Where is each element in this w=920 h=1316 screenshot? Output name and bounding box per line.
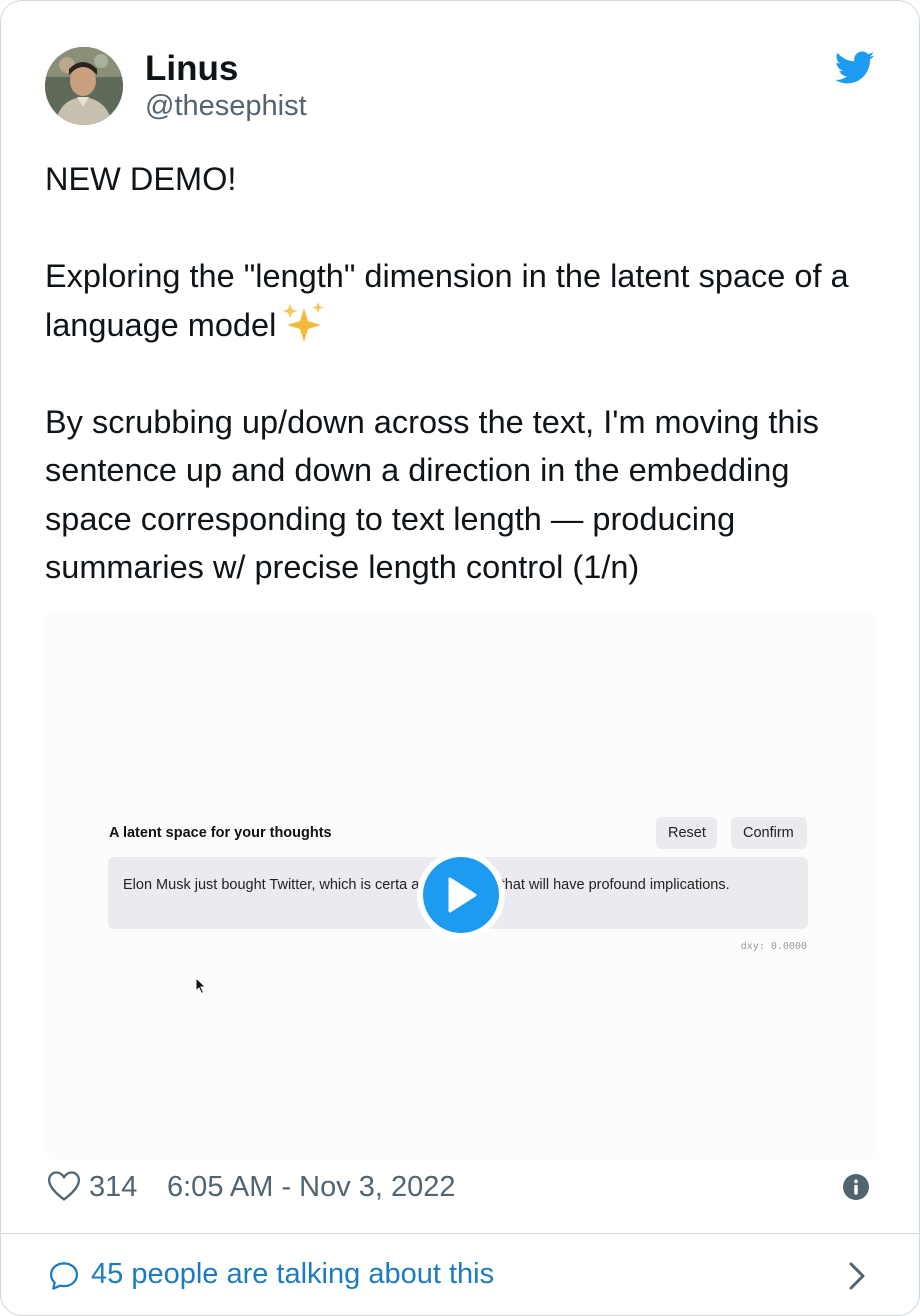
display-name[interactable]: Linus <box>145 49 238 89</box>
like-count[interactable]: 314 <box>89 1169 137 1205</box>
dxy-readout: dxy: 0.0000 <box>740 941 807 952</box>
tweet-card: Linus @thesephist NEW DEMO! Exploring th… <box>0 0 920 1316</box>
twitter-bird-icon[interactable] <box>835 51 875 85</box>
tweet-paragraph-text: Exploring the "length" dimension in the … <box>45 258 858 343</box>
chevron-right-icon <box>849 1262 865 1290</box>
tweet-paragraph: NEW DEMO! <box>45 161 237 197</box>
confirm-button[interactable]: Confirm <box>731 817 807 849</box>
tweet-paragraph: Exploring the "length" dimension in the … <box>45 252 885 349</box>
talking-count-link[interactable]: 45 people are talking about this <box>91 1256 494 1292</box>
sparkles-icon <box>283 301 324 342</box>
info-icon[interactable] <box>843 1174 869 1200</box>
avatar[interactable] <box>45 47 123 125</box>
tweet-text: NEW DEMO! Exploring the "length" dimensi… <box>45 155 885 592</box>
app-title: A latent space for your thoughts <box>109 825 332 841</box>
tweet-paragraph: By scrubbing up/down across the text, I'… <box>45 403 828 586</box>
tweet-meta: 314 6:05 AM - Nov 3, 2022 <box>45 1165 877 1209</box>
heart-icon[interactable] <box>47 1170 81 1202</box>
speech-bubble-icon <box>49 1262 79 1290</box>
conversation-link[interactable]: 45 people are talking about this <box>1 1234 919 1315</box>
handle[interactable]: @thesephist <box>145 89 307 123</box>
play-button-circle <box>423 857 499 933</box>
play-button[interactable] <box>417 851 505 939</box>
tweet-paragraph-spacer <box>45 349 885 398</box>
video-media[interactable]: A latent space for your thoughts Reset C… <box>45 611 877 1161</box>
play-icon <box>448 877 477 913</box>
timestamp[interactable]: 6:05 AM - Nov 3, 2022 <box>167 1169 456 1205</box>
mouse-cursor-icon <box>195 977 207 995</box>
reset-button[interactable]: Reset <box>656 817 717 849</box>
tweet-paragraph-spacer <box>45 204 885 253</box>
